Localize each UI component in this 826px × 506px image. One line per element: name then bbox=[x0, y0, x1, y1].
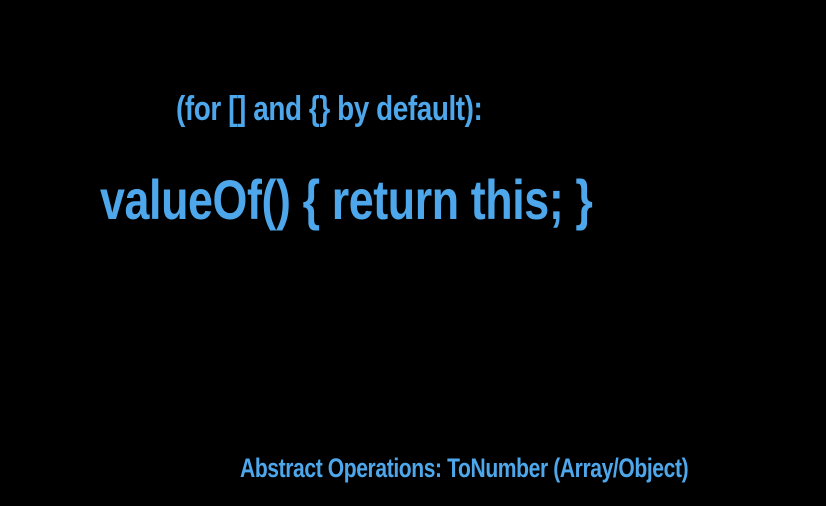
slide-footer-title: Abstract Operations: ToNumber (Array/Obj… bbox=[240, 453, 689, 483]
subtitle-text: (for [] and {} by default): bbox=[176, 90, 483, 128]
slide: (for [] and {} by default): valueOf() { … bbox=[0, 0, 826, 506]
code-snippet: valueOf() { return this; } bbox=[100, 168, 593, 231]
